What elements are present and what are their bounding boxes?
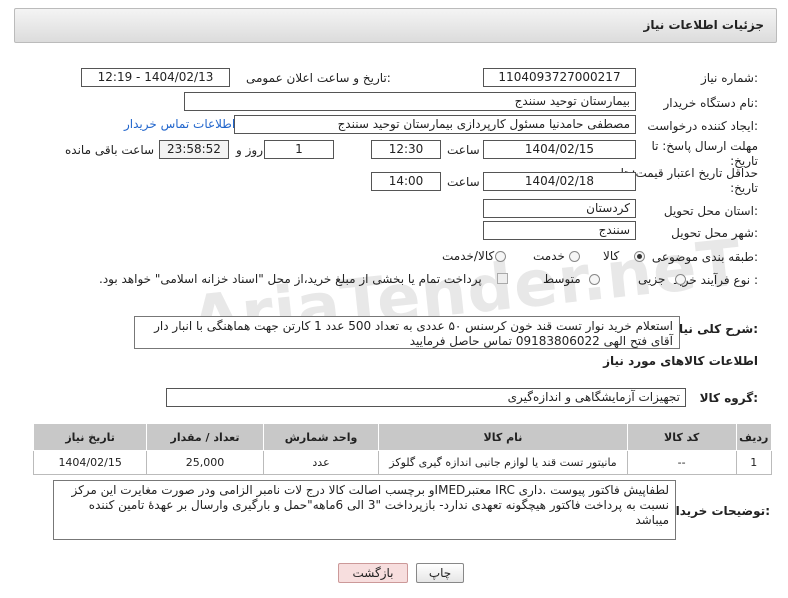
category-radio-both[interactable] [495,251,506,262]
goods-table-header: ردیف کد کالا نام کالا واحد شمارش تعداد /… [32,423,773,451]
payment-checkbox[interactable] [497,273,508,284]
buyer-notes-text[interactable]: لطفاپیش فاکتور پیوست .داری IRC معتبرIMED… [53,480,676,540]
city-label: شهر محل تحویل: [671,226,758,240]
col-date: تاریخ نیاز [32,423,148,451]
creator-field: مصطفی حامدنیا مسئول کارپردازی بیمارستان … [234,115,636,134]
description-text[interactable]: استعلام خرید نوار تست قند خون کرسنس ۵۰ ع… [134,316,680,349]
buyer-contact-link[interactable]: اطلاعات تماس خریدار [124,117,235,131]
process-radio-medium[interactable] [589,274,600,285]
goods-table: ردیف کد کالا نام کالا واحد شمارش تعداد /… [32,423,773,475]
category-option-service: خدمت [533,249,565,263]
city-field: سنندج [483,221,636,240]
remaining-label: ساعت باقی مانده [65,143,155,157]
col-code: کد کالا [626,423,737,451]
col-row: ردیف [735,423,773,451]
col-qty: تعداد / مقدار [146,423,264,451]
back-button[interactable]: بازگشت [338,563,408,583]
cell-qty: 25,000 [146,450,264,475]
price-deadline-label: حداقل تاریخ اعتبار قیمت: تا تاریخ: [620,166,758,195]
category-radio-service[interactable] [569,251,580,262]
goods-section-title: اطلاعات کالاهای مورد نیاز [603,354,758,368]
remaining-field: 23:58:52 [159,140,229,159]
goods-group-label: گروه کالا: [699,391,758,405]
price-time-field: 14:00 [371,172,441,191]
category-option-both: کالا/خدمت [442,249,495,263]
cell-unit: عدد [262,450,380,475]
need-number-field: 1104093727000217 [483,68,636,87]
buyer-org-label: نام دستگاه خریدار: [663,96,759,110]
col-name: نام کالا [378,423,628,451]
announce-label: تاریخ و ساعت اعلان عمومی: [246,71,391,85]
print-button[interactable]: چاپ [416,563,464,583]
process-option-partial: جزیی [638,272,666,286]
reply-time-label: ساعت [447,143,480,157]
cell-date: 1404/02/15 [32,450,148,475]
process-option-medium: متوسط [543,272,581,286]
price-date-field: 1404/02/18 [483,172,636,191]
payment-note: پرداخت تمام یا بخشی از مبلغ خرید،از محل … [99,272,482,286]
category-option-goods: کالا [603,249,620,263]
category-label: طبقه بندی موضوعی: [651,250,758,264]
reply-time-field: 12:30 [371,140,441,159]
need-number-label: شماره نیاز: [700,71,758,85]
buyer-org-field: بیمارستان توحید سنندج [184,92,636,111]
cell-code: -- [626,450,737,475]
description-label: شرح کلی نیاز: [672,322,758,336]
reply-date-field: 1404/02/15 [483,140,636,159]
announce-field: 1404/02/13 - 12:19 [81,68,230,87]
reply-deadline-label: مهلت ارسال پاسخ: تا تاریخ: [651,139,758,168]
province-field: کردستان [483,199,636,218]
col-unit: واحد شمارش [262,423,380,451]
creator-label: ایجاد کننده درخواست: [647,119,758,133]
process-radio-partial[interactable] [675,274,686,285]
cell-row: 1 [735,450,773,475]
goods-group-field: تجهیزات آزمایشگاهی و اندازه‌گیری [166,388,686,407]
days-label: روز و [236,143,263,157]
price-time-label: ساعت [447,175,480,189]
table-row: 1 -- مانیتور تست قند یا لوازم جانبی اندا… [32,450,773,475]
cell-name: مانیتور تست قند یا لوازم جانبی اندازه گی… [378,450,628,475]
province-label: استان محل تحویل: [663,204,758,218]
header-panel: جزئیات اطلاعات نیاز [14,8,777,43]
category-radio-goods[interactable] [634,251,645,262]
page-title: جزئیات اطلاعات نیاز [643,18,764,32]
days-field: 1 [264,140,334,159]
buyer-notes-label: توضیحات خریدار: [668,504,770,518]
